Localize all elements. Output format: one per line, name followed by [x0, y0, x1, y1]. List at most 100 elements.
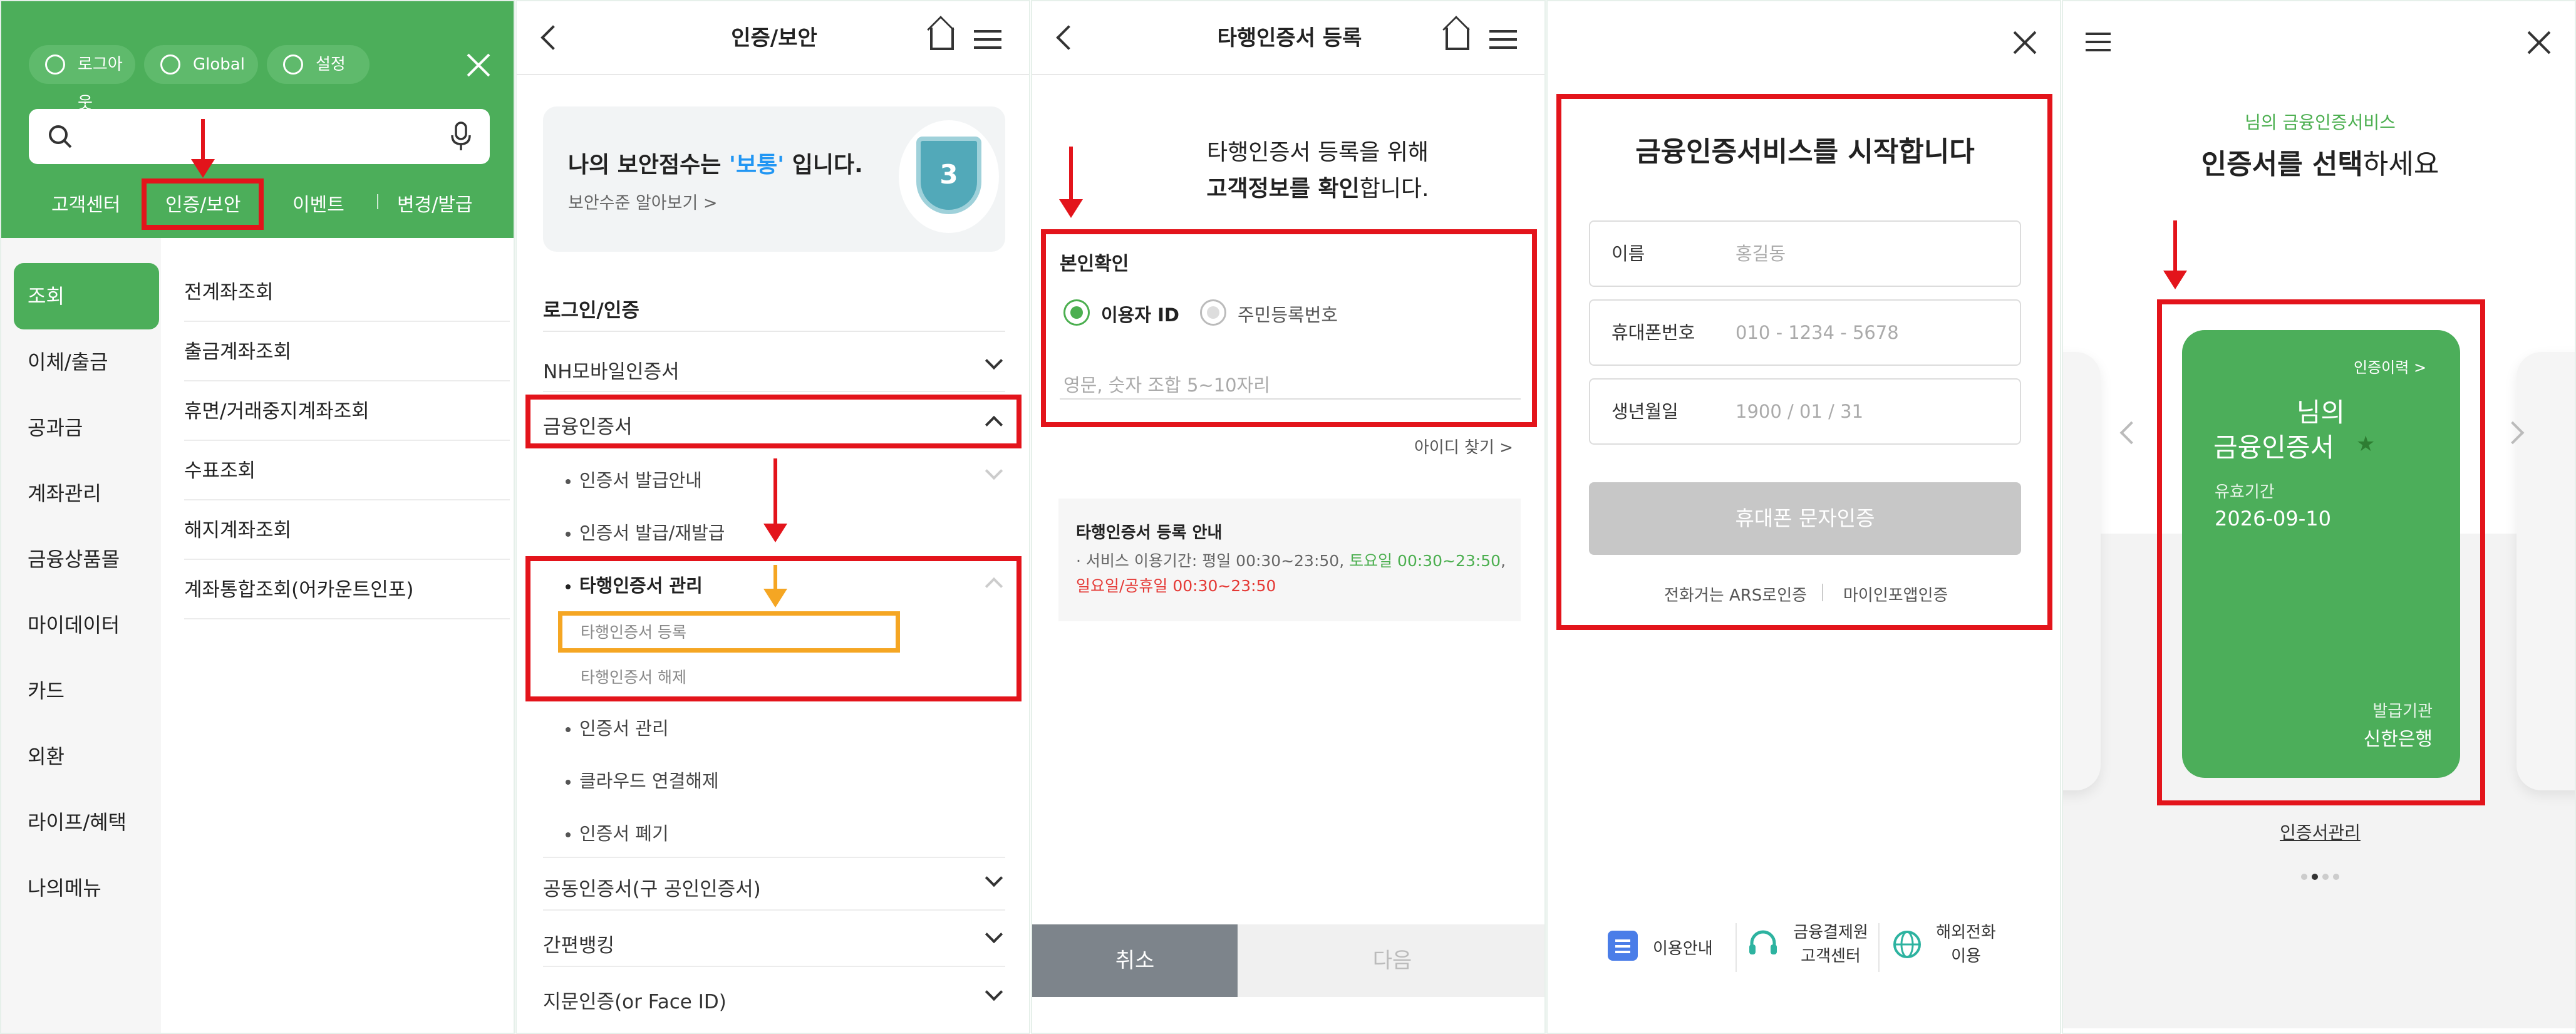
radio-resident-number[interactable]: [1200, 299, 1226, 326]
menu-icon[interactable]: [974, 30, 1001, 33]
footer-intl-line2: 이용: [1951, 947, 1981, 966]
globe-icon: [160, 54, 180, 75]
side-item-mymenu[interactable]: 나의메뉴: [14, 855, 159, 921]
footer-intl-call[interactable]: 해외전화 이용: [1928, 921, 2004, 968]
page-dot-active: [2312, 874, 2318, 880]
topnav-change-issue[interactable]: 변경/발급: [397, 189, 473, 217]
menu-joint-cert[interactable]: 공동인증서(구 공인인증서): [543, 873, 1005, 901]
side-item-account[interactable]: 계좌관리: [14, 460, 159, 527]
menu-simple-banking[interactable]: 간편뱅킹: [543, 929, 1005, 958]
home-icon[interactable]: [1446, 28, 1469, 50]
menu-biometric[interactable]: 지문인증(or Face ID): [543, 986, 1005, 1014]
find-id-link[interactable]: 아이디 찾기 >: [1414, 435, 1513, 458]
sub-item-all-accounts[interactable]: 전계좌조회: [184, 263, 510, 322]
sub-item-check-inquiry[interactable]: 수표조회: [184, 442, 510, 500]
logout-button[interactable]: 로그아웃: [29, 45, 135, 113]
menu-nh-mobile-cert[interactable]: NH모바일인증서: [543, 356, 1005, 384]
chevron-left-icon[interactable]: [2119, 421, 2143, 445]
side-item-life[interactable]: 라이프/혜택: [14, 789, 159, 856]
menu-cloud-disconnect[interactable]: 클라우드 연결해제: [566, 767, 719, 793]
menu-cert-issue-reissue[interactable]: 인증서 발급/재발급: [566, 519, 725, 545]
side-item-mydata[interactable]: 마이데이터: [14, 592, 159, 658]
mydata-app-verify-link[interactable]: 마이인포앱인증: [1843, 582, 1948, 606]
home-icon[interactable]: [930, 28, 954, 50]
arrow-indicator: [191, 119, 215, 178]
side-item-card[interactable]: 카드: [14, 658, 159, 724]
menu-other-bank-cert-cancel[interactable]: 타행인증서 해제: [581, 665, 686, 688]
close-icon[interactable]: [2527, 30, 2552, 55]
menu-label: NH모바일인증서: [543, 361, 680, 383]
phone-field[interactable]: 휴대폰번호 010 - 1234 - 5678: [1589, 299, 2021, 366]
radio-user-id-label: 이용자 ID: [1101, 304, 1179, 326]
global-button[interactable]: Global: [144, 45, 258, 84]
menu-label: 간편뱅킹: [543, 934, 615, 957]
footer-guide[interactable]: 이용안내: [1653, 936, 1713, 959]
sub-item-account-info[interactable]: 계좌통합조회(어카운트인포): [184, 561, 510, 619]
intro-line-2: 고객정보를 확인합니다.: [1032, 170, 1544, 203]
sub-item-dormant-accounts[interactable]: 휴면/거래중지계좌조회: [184, 382, 510, 441]
panel-select-cert: 님의 금융인증서비스 인증서를 선택하세요 인증이력 > 님의 금융인증서 ★ …: [2062, 0, 2576, 1034]
radio-user-id[interactable]: [1063, 299, 1090, 326]
arrow-indicator: [763, 565, 787, 607]
side-item-inquiry[interactable]: 조회: [14, 263, 159, 329]
prev-card[interactable]: [2063, 352, 2101, 790]
field-label: 이름: [1611, 243, 1645, 264]
footer-center[interactable]: 금융결제원 고객센터: [1787, 921, 1875, 968]
page-dot: [2301, 874, 2307, 880]
score-text: 나의 보안점수는 '보통' 입니다.: [568, 147, 863, 179]
side-item-forex[interactable]: 외환: [14, 723, 159, 790]
name-field[interactable]: 이름 홍길동: [1589, 220, 2021, 287]
score-link[interactable]: 보안수준 알아보기 >: [568, 189, 718, 214]
side-item-utility[interactable]: 공과금: [14, 395, 159, 461]
microphone-icon[interactable]: [448, 121, 473, 152]
sub-item-withdrawal-accounts[interactable]: 출금계좌조회: [184, 323, 510, 381]
close-icon[interactable]: [2012, 30, 2037, 55]
user-id-input[interactable]: 영문, 숫자 조합 5~10자리: [1060, 352, 1521, 400]
menu-icon[interactable]: [2086, 33, 2111, 35]
bullet-icon: [566, 532, 571, 537]
power-icon: [45, 54, 65, 75]
field-label: 휴대폰번호: [1611, 322, 1695, 343]
security-score-card[interactable]: 나의 보안점수는 '보통' 입니다. 보안수준 알아보기 > 3: [543, 106, 1005, 252]
financial-cert-card[interactable]: 인증이력 > 님의 금융인증서 ★ 유효기간 2026-09-10 발급기관 신…: [2182, 330, 2460, 778]
phone-sms-verify-button[interactable]: 휴대폰 문자인증: [1589, 482, 2021, 555]
heading-rest: 하세요: [2362, 148, 2439, 180]
chevron-down-icon[interactable]: [985, 462, 1003, 480]
menu-cert-revoke[interactable]: 인증서 폐기: [566, 819, 669, 845]
next-card[interactable]: [2517, 352, 2575, 790]
menu-cert-mgmt[interactable]: 인증서 관리: [566, 714, 669, 740]
side-item-transfer[interactable]: 이체/출금: [14, 329, 159, 395]
search-input[interactable]: [29, 109, 490, 164]
divider: [543, 909, 1005, 911]
birthdate-field[interactable]: 생년월일 1900 / 01 / 31: [1589, 378, 2021, 445]
menu-cert-issue-guide[interactable]: 인증서 발급안내: [566, 466, 702, 492]
menu-other-bank-cert-mgmt[interactable]: 타행인증서 관리: [566, 571, 703, 597]
settings-button[interactable]: 설정: [267, 45, 370, 84]
ars-verify-link[interactable]: 전화거는 ARS로인증: [1664, 582, 1807, 606]
star-icon: ★: [2356, 432, 2376, 457]
menu-icon[interactable]: [1489, 30, 1517, 33]
close-icon[interactable]: .p1 .closex::before,.p1 .closex::after{b…: [466, 53, 491, 78]
field-label: 생년월일: [1611, 401, 1679, 422]
topnav-events[interactable]: 이벤트: [292, 189, 344, 217]
bullet-icon: [566, 780, 571, 785]
bullet-icon: [566, 832, 571, 837]
cancel-button[interactable]: 취소: [1032, 924, 1238, 997]
panel-main-menu: 로그아웃 Global 설정 .p1 .closex::before,.p1 .…: [0, 0, 515, 1034]
field-value: 홍길동: [1735, 243, 1786, 264]
cert-manage-link[interactable]: 인증서관리: [2063, 819, 2575, 844]
side-item-products[interactable]: 금융상품몰: [14, 526, 159, 592]
issuer-label: 발급기관: [2372, 702, 2433, 721]
menu-label: 인증서 폐기: [579, 823, 669, 844]
sub-item-closed-accounts[interactable]: 해지계좌조회: [184, 501, 510, 560]
divider: [543, 331, 1005, 332]
next-button[interactable]: 다음: [1238, 924, 1544, 997]
topnav-customer-center[interactable]: 고객센터: [51, 189, 120, 217]
divider: [543, 391, 1005, 392]
menu-label: 지문인증(or Face ID): [543, 991, 727, 1013]
menu-other-bank-cert-register[interactable]: 타행인증서 등록: [581, 620, 686, 643]
field-value: 1900 / 01 / 31: [1735, 401, 1864, 422]
menu-label: 인증서 발급/재발급: [579, 522, 725, 544]
panel-auth-security: 인증/보안 나의 보안점수는 '보통' 입니다. 보안수준 알아보기 > 3 로…: [515, 0, 1030, 1034]
cert-history-link[interactable]: 인증이력 >: [2354, 355, 2426, 377]
